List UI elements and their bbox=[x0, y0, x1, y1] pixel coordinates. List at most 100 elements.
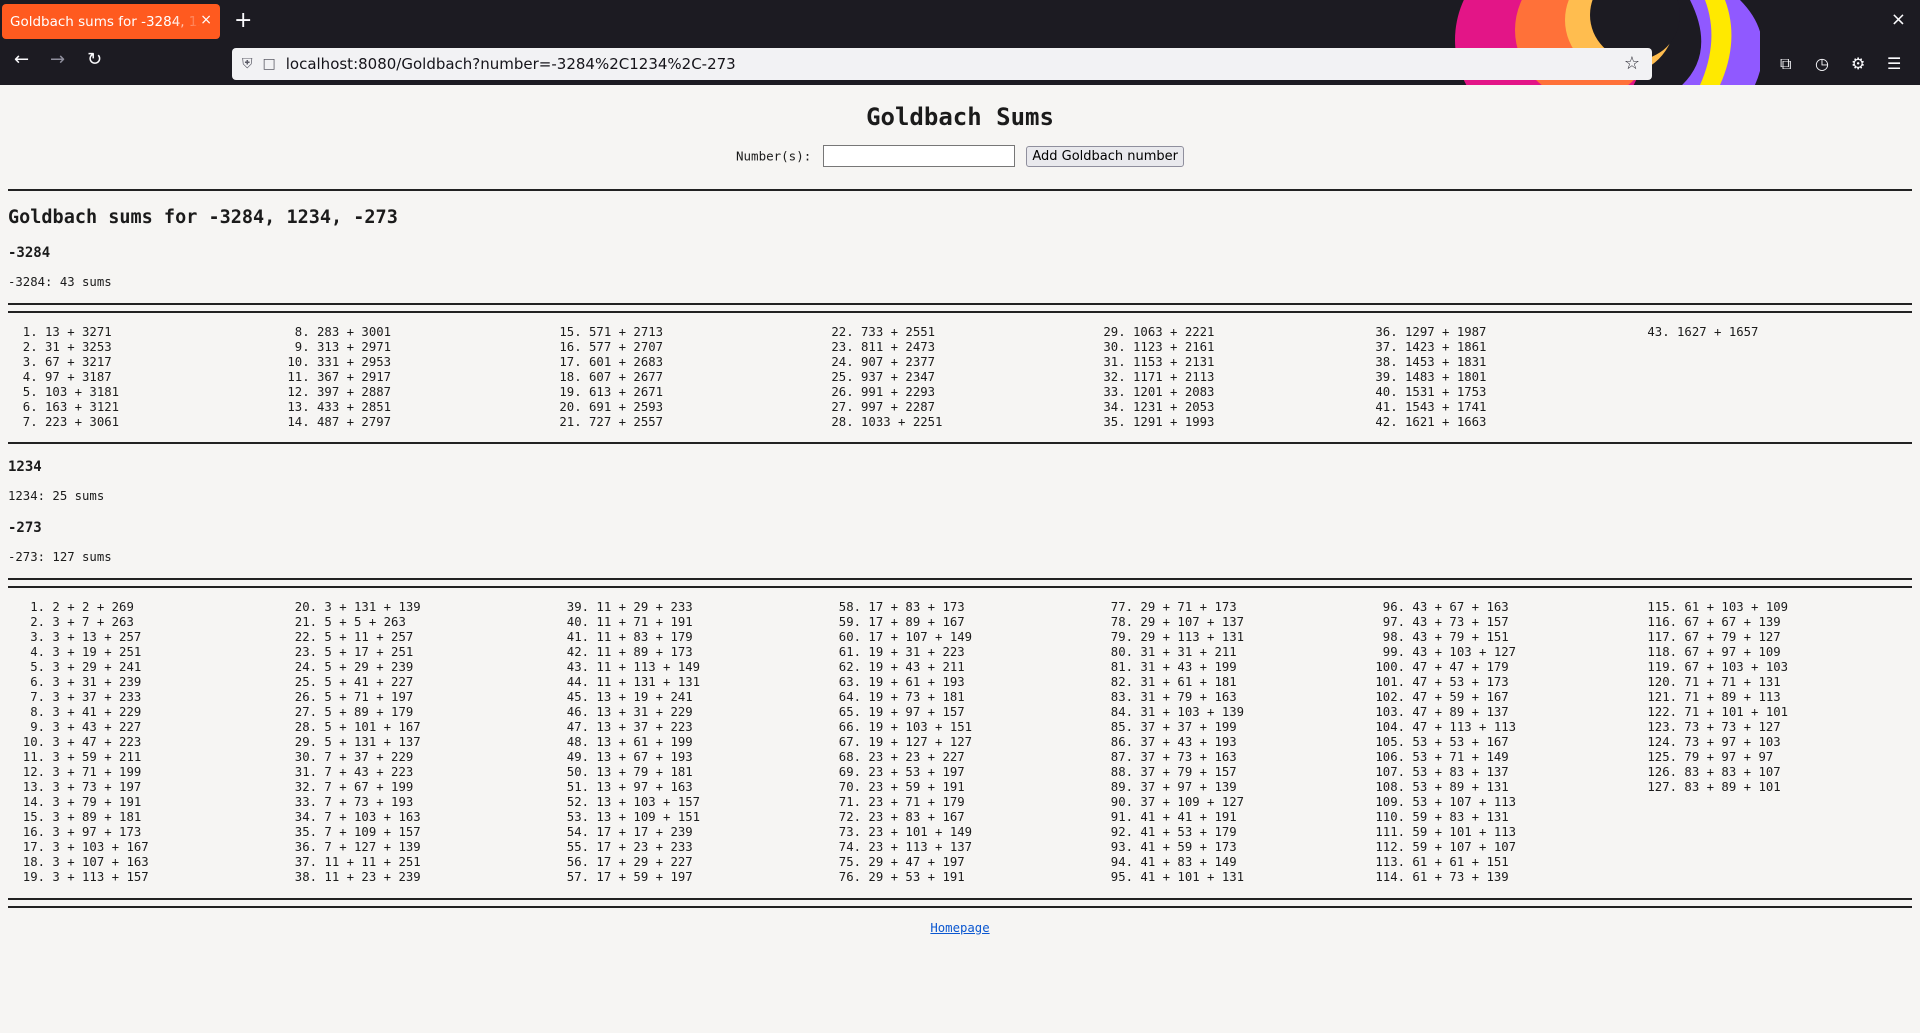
sum-item: 74. 23 + 113 + 137 bbox=[824, 840, 973, 854]
sum-item: 5. 103 + 3181 bbox=[8, 385, 120, 399]
sum-item: 77. 29 + 71 + 173 bbox=[1096, 600, 1237, 614]
sum-item: 2. 31 + 3253 bbox=[8, 340, 112, 354]
sum-item: 36. 7 + 127 + 139 bbox=[280, 840, 421, 854]
address-bar[interactable]: ⛨ □ localhost:8080/Goldbach?number=-3284… bbox=[232, 48, 1652, 80]
sum-item: 35. 1291 + 1993 bbox=[1096, 415, 1215, 429]
sum-item: 82. 31 + 61 + 181 bbox=[1096, 675, 1237, 689]
sum-item: 106. 53 + 71 + 149 bbox=[1368, 750, 1509, 764]
homepage-link[interactable]: Homepage bbox=[930, 921, 989, 935]
sum-item: 58. 17 + 83 + 173 bbox=[824, 600, 965, 614]
sum-item: 124. 73 + 97 + 103 bbox=[1640, 735, 1781, 749]
new-tab-button[interactable]: + bbox=[234, 8, 252, 33]
add-goldbach-number-button[interactable]: Add Goldbach number bbox=[1026, 145, 1184, 167]
sum-item: 21. 5 + 5 + 263 bbox=[280, 615, 406, 629]
close-tab-icon[interactable]: × bbox=[200, 12, 212, 28]
sum-item: 62. 19 + 43 + 211 bbox=[824, 660, 965, 674]
sum-item: 23. 5 + 17 + 251 bbox=[280, 645, 414, 659]
url-text[interactable]: localhost:8080/Goldbach?number=-3284%2C1… bbox=[286, 55, 736, 73]
sum-item: 43. 11 + 113 + 149 bbox=[552, 660, 701, 674]
sum-item: 87. 37 + 73 + 163 bbox=[1096, 750, 1237, 764]
sum-item: 100. 47 + 47 + 179 bbox=[1368, 660, 1509, 674]
sum-item: 17. 3 + 103 + 167 bbox=[8, 840, 149, 854]
sum-item: 6. 163 + 3121 bbox=[8, 400, 120, 414]
sum-item: 83. 31 + 79 + 163 bbox=[1096, 690, 1237, 704]
settings-gear-icon[interactable]: ⚙ bbox=[1851, 54, 1865, 73]
browser-tab[interactable]: Goldbach sums for -3284, 1234, -273 × bbox=[2, 4, 220, 39]
sum-item: 42. 1621 + 1663 bbox=[1368, 415, 1487, 429]
sum-item: 8. 3 + 41 + 229 bbox=[8, 705, 142, 719]
page-icon[interactable]: □ bbox=[263, 56, 276, 72]
sums-column: 1. 13 + 3271 2. 31 + 3253 3. 67 + 3217 4… bbox=[8, 325, 119, 430]
sum-item: 3. 67 + 3217 bbox=[8, 355, 112, 369]
sum-item: 38. 1453 + 1831 bbox=[1368, 355, 1487, 369]
sum-item: 47. 13 + 37 + 223 bbox=[552, 720, 693, 734]
sum-item: 68. 23 + 23 + 227 bbox=[824, 750, 965, 764]
sum-item: 97. 43 + 73 + 157 bbox=[1368, 615, 1509, 629]
bookmark-star-icon[interactable]: ☆ bbox=[1624, 53, 1640, 74]
history-clock-icon[interactable]: ◷ bbox=[1815, 54, 1829, 73]
sum-item: 35. 7 + 109 + 157 bbox=[280, 825, 421, 839]
sum-item: 7. 223 + 3061 bbox=[8, 415, 120, 429]
sum-item: 54. 17 + 17 + 239 bbox=[552, 825, 693, 839]
sum-item: 117. 67 + 79 + 127 bbox=[1640, 630, 1781, 644]
sum-item: 65. 19 + 97 + 157 bbox=[824, 705, 965, 719]
sum-item: 26. 5 + 71 + 197 bbox=[280, 690, 414, 704]
sum-item: 18. 607 + 2677 bbox=[552, 370, 664, 384]
sum-item: 120. 71 + 71 + 131 bbox=[1640, 675, 1781, 689]
back-arrow-icon[interactable]: ← bbox=[14, 51, 29, 69]
sum-item: 52. 13 + 103 + 157 bbox=[552, 795, 701, 809]
numbers-input[interactable] bbox=[822, 145, 1015, 167]
sum-item: 29. 5 + 131 + 137 bbox=[280, 735, 421, 749]
sum-item: 80. 31 + 31 + 211 bbox=[1096, 645, 1237, 659]
sum-item: 118. 67 + 97 + 109 bbox=[1640, 645, 1781, 659]
sums-column: 36. 1297 + 1987 37. 1423 + 1861 38. 1453… bbox=[1368, 325, 1486, 430]
sum-item: 111. 59 + 101 + 113 bbox=[1368, 825, 1517, 839]
sum-item: 25. 937 + 2347 bbox=[824, 370, 936, 384]
sum-item: 122. 71 + 101 + 101 bbox=[1640, 705, 1789, 719]
menu-icon[interactable]: ☰ bbox=[1887, 54, 1901, 73]
sum-item: 14. 487 + 2797 bbox=[280, 415, 392, 429]
extensions-icon[interactable]: ⧉ bbox=[1780, 54, 1791, 74]
sum-item: 46. 13 + 31 + 229 bbox=[552, 705, 693, 719]
sums-column: 20. 3 + 131 + 139 21. 5 + 5 + 263 22. 5 … bbox=[280, 600, 421, 885]
divider bbox=[8, 906, 1912, 908]
sums-column: 58. 17 + 83 + 173 59. 17 + 89 + 167 60. … bbox=[824, 600, 972, 885]
sum-item: 12. 3 + 71 + 199 bbox=[8, 765, 142, 779]
sum-item: 119. 67 + 103 + 103 bbox=[1640, 660, 1789, 674]
sum-item: 70. 23 + 59 + 191 bbox=[824, 780, 965, 794]
goldbach-form: Number(s): Add Goldbach number bbox=[0, 145, 1920, 167]
sum-item: 15. 571 + 2713 bbox=[552, 325, 664, 339]
sum-item: 22. 733 + 2551 bbox=[824, 325, 936, 339]
sum-item: 86. 37 + 43 + 193 bbox=[1096, 735, 1237, 749]
close-window-icon[interactable]: × bbox=[1891, 9, 1906, 30]
divider bbox=[8, 898, 1912, 900]
sum-item: 66. 19 + 103 + 151 bbox=[824, 720, 973, 734]
shield-icon[interactable]: ⛨ bbox=[242, 56, 253, 72]
sum-item: 56. 17 + 29 + 227 bbox=[552, 855, 693, 869]
sum-item: 30. 1123 + 2161 bbox=[1096, 340, 1215, 354]
sum-item: 76. 29 + 53 + 191 bbox=[824, 870, 965, 884]
sums-column: 77. 29 + 71 + 173 78. 29 + 107 + 137 79.… bbox=[1096, 600, 1244, 885]
sum-item: 19. 613 + 2671 bbox=[552, 385, 664, 399]
results-title: Goldbach sums for -3284, 1234, -273 bbox=[8, 207, 398, 228]
sum-item: 34. 7 + 103 + 163 bbox=[280, 810, 421, 824]
sum-item: 93. 41 + 59 + 173 bbox=[1096, 840, 1237, 854]
sum-item: 12. 397 + 2887 bbox=[280, 385, 392, 399]
sum-item: 85. 37 + 37 + 199 bbox=[1096, 720, 1237, 734]
sum-item: 60. 17 + 107 + 149 bbox=[824, 630, 973, 644]
sum-item: 41. 11 + 83 + 179 bbox=[552, 630, 693, 644]
divider bbox=[8, 578, 1912, 580]
browser-chrome: Goldbach sums for -3284, 1234, -273 × + … bbox=[0, 0, 1920, 85]
forward-arrow-icon[interactable]: → bbox=[50, 51, 65, 69]
sums-column: 39. 11 + 29 + 233 40. 11 + 71 + 191 41. … bbox=[552, 600, 700, 885]
sum-item: 55. 17 + 23 + 233 bbox=[552, 840, 693, 854]
sum-item: 103. 47 + 89 + 137 bbox=[1368, 705, 1509, 719]
sum-item: 27. 997 + 2287 bbox=[824, 400, 936, 414]
sum-item: 48. 13 + 61 + 199 bbox=[552, 735, 693, 749]
sum-item: 30. 7 + 37 + 229 bbox=[280, 750, 414, 764]
sum-item: 33. 1201 + 2083 bbox=[1096, 385, 1215, 399]
numbers-label: Number(s): bbox=[736, 148, 812, 164]
sum-item: 29. 1063 + 2221 bbox=[1096, 325, 1215, 339]
reload-icon[interactable]: ↻ bbox=[87, 51, 102, 69]
sum-item: 98. 43 + 79 + 151 bbox=[1368, 630, 1509, 644]
